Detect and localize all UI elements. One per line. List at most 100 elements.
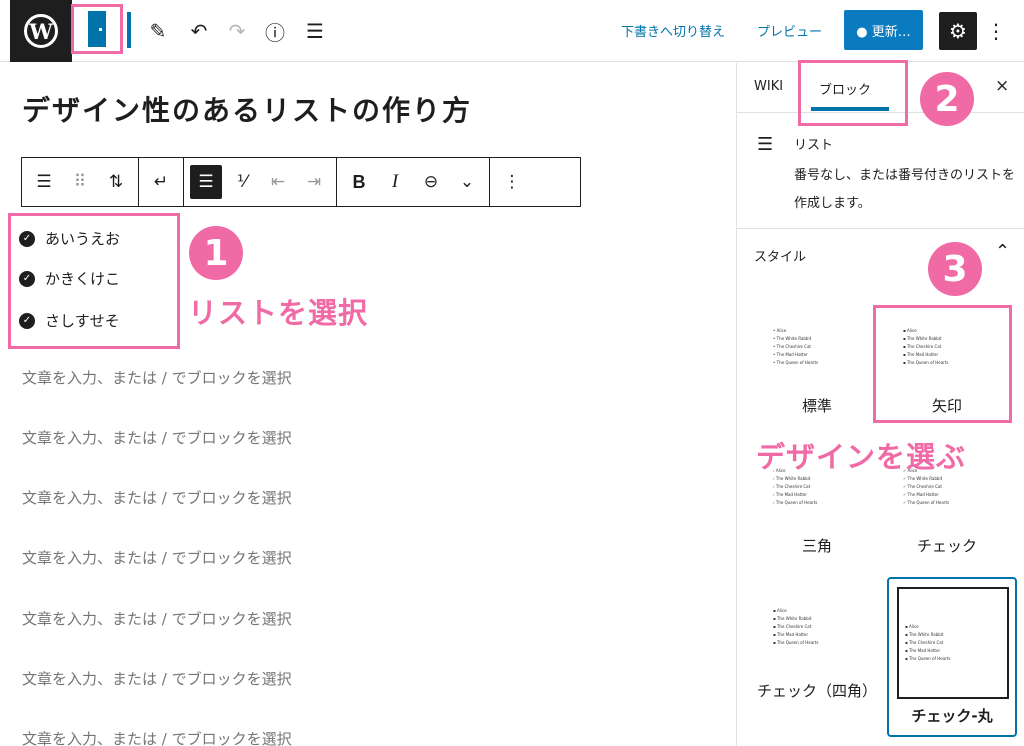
style-label: チェック（四角） [756,682,877,700]
edit-pencil-icon[interactable]: ✎ [145,18,171,44]
list-item[interactable]: ✓ かきくけこ [19,268,120,289]
style-preview-item: › The Cheshire Cat [773,484,811,489]
unordered-list-icon[interactable]: ☰ [190,165,222,199]
paragraph-placeholder[interactable]: 文章を入力、または / でブロックを選択 [22,608,292,629]
inserter-active-indicator [127,12,131,48]
block-card: ☰ リスト 番号なし、または番号付きのリストを作成します。 [737,114,1024,229]
style-label: 標準 [801,397,832,415]
style-preview-item: ▪ The Mad Hatter [773,632,809,637]
style-preview-item: • The Queen of Hearts [773,360,819,365]
close-icon[interactable]: × [995,76,1009,96]
style-preview-item: ▪ The White Rabbit [773,616,812,621]
convert-to-paragraph-icon[interactable]: ↵ [145,165,177,199]
redo-icon[interactable]: ↷ [224,18,250,44]
editor-top-bar: W ✎ ↶ ↷ ⓘ ☰ 下書きへ切り替え プレビュー ● 更新… ⚙ ⋮ [0,0,1024,62]
sidebar-tabs: WIKI ブロック × [737,60,1024,126]
style-preview-list: ▪ Alice ▪ The White Rabbit ▪ The Cheshire … [905,623,950,663]
indent-icon[interactable]: ⇥ [298,165,330,199]
style-preview-item: ▪ The Cheshire Cat [773,624,812,629]
style-preview-item: ✓ The Cheshire Cat [903,484,942,489]
style-preview-item: ▪ The Cheshire Cat [905,640,944,645]
chevron-up-icon[interactable]: ⌃ [995,241,1010,262]
settings-gear-icon[interactable]: ⚙ [939,12,977,50]
step-3-annotation: デザインを選ぶ [756,440,967,474]
link-icon[interactable]: ⊖ [415,165,447,199]
move-up-down-icon[interactable]: ⇅ [100,165,132,199]
undo-icon[interactable]: ↶ [186,18,212,44]
more-options-icon[interactable]: ⋮ [985,18,1007,44]
style-arrow-highlight [873,305,1012,423]
block-description: 番号なし、または番号付きのリストを作成します。 [794,168,1016,211]
paragraph-placeholder[interactable]: 文章を入力、または / でブロックを選択 [22,367,292,388]
style-preview-list: ▪ Alice ▪ The White Rabbit ▪ The Cheshire … [773,607,818,647]
check-circle-icon: ✓ [19,270,35,287]
switch-to-draft-button[interactable]: 下書きへ切り替え [621,21,725,40]
style-preview-item: ▪ Alice [905,624,919,629]
style-preview-item: ✓ The White Rabbit [903,476,943,481]
style-preview-item: • The Cheshire Cat [773,344,811,349]
list-item-text: かきくけこ [45,270,121,288]
style-preview-item: • The White Rabbit [773,336,812,341]
style-preview-list: • Alice • The White Rabbit • The Cheshire … [773,327,818,367]
wordpress-logo-icon: W [24,14,58,48]
step-3-badge: 3 [928,242,982,296]
italic-icon[interactable]: I [379,165,411,199]
style-label: チェック-丸 [911,707,993,725]
editor-canvas: デザイン性のあるリストの作り方 ☰ ⠿ ⇅ ↵ ☰ ⅟ ⇤ ⇥ B I ⊖ ⌄ … [0,63,736,746]
style-preview-item: › The White Rabbit [773,476,811,481]
list-block-icon: ☰ [757,134,774,155]
post-title[interactable]: デザイン性のあるリストの作り方 [22,89,472,129]
info-icon[interactable]: ⓘ [262,18,288,45]
block-inserter-icon [88,11,106,47]
selected-list-block[interactable]: ✓ あいうえお ✓ かきくけこ ✓ さしすせそ [8,213,180,349]
drag-handle-icon[interactable]: ⠿ [64,165,96,199]
paragraph-placeholder[interactable]: 文章を入力、または / でブロックを選択 [22,427,292,448]
style-preview-item: ▪ The White Rabbit [905,632,944,637]
style-preview-item: • Alice [773,328,787,333]
check-circle-icon: ✓ [19,230,35,247]
ordered-list-icon[interactable]: ⅟ [226,165,258,199]
style-label: チェック [916,537,977,555]
tab-wiki[interactable]: WIKI [754,79,783,94]
paragraph-placeholder[interactable]: 文章を入力、または / でブロックを選択 [22,487,292,508]
step-1-badge: 1 [189,226,243,280]
style-preview-item: ✓ The Queen of Hearts [903,500,950,505]
style-label: 三角 [801,537,832,555]
step-2-badge: 2 [920,72,974,126]
block-toolbar: ☰ ⠿ ⇅ ↵ ☰ ⅟ ⇤ ⇥ B I ⊖ ⌄ ⋮ [21,157,581,207]
preview-button[interactable]: プレビュー [757,21,822,40]
style-preview: ▪ Alice ▪ The White Rabbit ▪ The Cheshire … [897,587,1009,699]
outdent-icon[interactable]: ⇤ [262,165,294,199]
block-inserter-button[interactable] [71,4,123,54]
list-item[interactable]: ✓ あいうえお [19,228,120,249]
style-option-standard[interactable]: • Alice • The White Rabbit • The Cheshire … [755,313,879,423]
more-rich-text-chevron-icon[interactable]: ⌄ [451,165,483,199]
style-option-check-circle[interactable]: ▪ Alice ▪ The White Rabbit ▪ The Cheshire … [887,577,1017,737]
style-preview: ▪ Alice ▪ The White Rabbit ▪ The Cheshire … [755,593,879,693]
list-item[interactable]: ✓ さしすせそ [19,310,120,331]
block-options-icon[interactable]: ⋮ [496,165,528,199]
styles-panel-heading[interactable]: スタイル [754,246,806,265]
list-item-text: あいうえお [45,230,121,248]
style-preview-item: ▪ The Queen of Hearts [905,656,951,661]
style-preview-item: ▪ Alice [773,608,787,613]
block-name: リスト [794,138,834,153]
style-preview-item: ▪ The Mad Hatter [905,648,941,653]
wordpress-logo-button[interactable]: W [10,0,72,62]
check-circle-icon: ✓ [19,312,35,329]
style-option-check-square[interactable]: ▪ Alice ▪ The White Rabbit ▪ The Cheshire … [755,593,879,743]
style-preview-item: ▪ The Queen of Hearts [773,640,819,645]
update-button[interactable]: ● 更新… [844,10,923,50]
style-preview-item: › The Mad Hatter [773,492,807,497]
style-preview-item: › The Queen of Hearts [773,500,818,505]
step-1-annotation: リストを選択 [188,296,369,330]
list-block-type-icon[interactable]: ☰ [28,165,60,199]
list-view-icon[interactable]: ☰ [302,18,328,44]
style-preview-item: ✓ The Mad Hatter [903,492,939,497]
bold-icon[interactable]: B [343,165,375,199]
style-preview-item: • The Mad Hatter [773,352,808,357]
paragraph-placeholder[interactable]: 文章を入力、または / でブロックを選択 [22,728,292,746]
list-item-text: さしすせそ [45,312,120,330]
paragraph-placeholder[interactable]: 文章を入力、または / でブロックを選択 [22,668,292,689]
paragraph-placeholder[interactable]: 文章を入力、または / でブロックを選択 [22,547,292,568]
